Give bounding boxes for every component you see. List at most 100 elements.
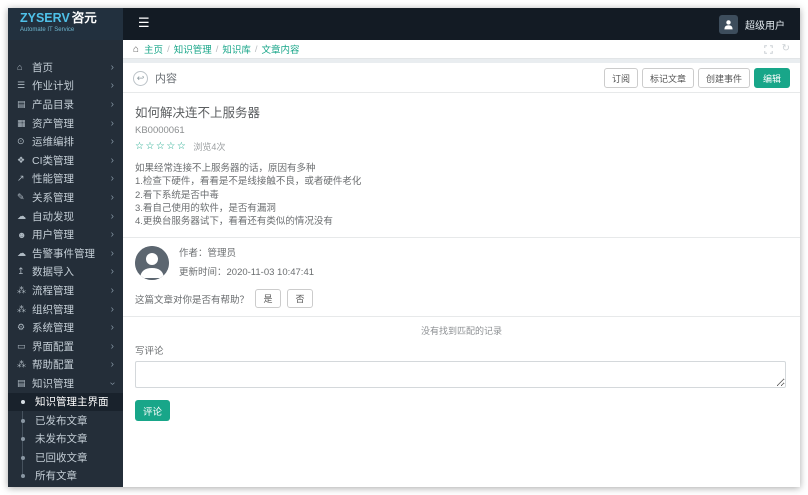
breadcrumb-tools: ↻ (763, 44, 790, 54)
author-avatar-icon (135, 246, 169, 281)
submenu-item[interactable]: 已发布文章 (8, 411, 123, 430)
chevron-right-icon: › (110, 61, 114, 73)
sidebar-item[interactable]: ☰ 作业计划 › (8, 77, 123, 96)
comments-empty-message: 没有找到匹配的记录 (123, 316, 800, 340)
username-label[interactable]: 超级用户 (745, 17, 785, 32)
sidebar-item[interactable]: ☁ 自动发现 › (8, 207, 123, 226)
chevron-right-icon: › (110, 98, 114, 110)
sidebar-item[interactable]: ⁂ 帮助配置 › (8, 356, 123, 375)
author-name: 作者：管理员 (179, 248, 237, 260)
submenu-item-label: 未发布文章 (35, 433, 88, 446)
sidebar-item-label: 知识管理 (32, 377, 74, 390)
sidebar-item-label: 组织管理 (32, 303, 74, 316)
comment-submit-button[interactable]: 评论 (135, 400, 171, 422)
panel-actions: 订阅 标记文章 创建事件 编辑 (603, 68, 790, 88)
chevron-right-icon: › (110, 80, 114, 92)
chevron-right-icon: › (110, 322, 114, 334)
card-filler (123, 421, 800, 487)
submenu-item-label: 已回收文章 (35, 451, 88, 464)
breadcrumb-segment: / 主页 (144, 42, 163, 56)
breadcrumb-link[interactable]: 主页 (144, 42, 163, 56)
back-icon[interactable]: ↩ (133, 70, 148, 86)
helpful-no-button[interactable]: 否 (287, 289, 314, 309)
org-icon: ⁂ (17, 303, 26, 314)
article-rating-row: ☆☆☆☆☆ 浏览4次 (135, 140, 788, 153)
submenu-item-label: 所有文章 (35, 470, 77, 483)
subscribe-button[interactable]: 订阅 (603, 68, 638, 88)
sidebar-item[interactable]: ⊙ 运维编排 › (8, 132, 123, 151)
breadcrumb-separator: / (215, 43, 219, 55)
top-navbar: ZYSERV 咨元 Automate IT Service ☰ 超级用户 (8, 8, 800, 40)
chevron-right-icon: › (110, 210, 114, 222)
home-icon[interactable]: ⌂ (133, 44, 139, 55)
edit-button[interactable]: 编辑 (753, 68, 790, 88)
sidebar-item[interactable]: ⚙ 系统管理 › (8, 318, 123, 337)
submenu-item-label: 已发布文章 (35, 414, 88, 427)
relation-icon: ✎ (17, 191, 25, 202)
sidebar-item-label: 关系管理 (32, 191, 74, 204)
sidebar-item[interactable]: ☻ 用户管理 › (8, 225, 123, 244)
sidebar-item-label: 运维编排 (32, 136, 74, 149)
chevron-right-icon: › (110, 303, 114, 315)
submenu-item[interactable]: 未发布文章 (8, 430, 123, 449)
updated-time: 更新时间：2020-11-03 10:47:41 (179, 266, 315, 278)
sidebar-item[interactable]: ↗ 性能管理 › (8, 170, 123, 189)
sidebar-item[interactable]: ▦ 资产管理 › (8, 114, 123, 133)
fullscreen-icon[interactable] (763, 44, 773, 54)
sidebar-item[interactable]: ❖ CI类管理 › (8, 151, 123, 170)
comment-input[interactable] (135, 361, 786, 389)
breadcrumb-link[interactable]: 知识库 (222, 42, 251, 56)
sidebar-item[interactable]: ⁂ 流程管理 › (8, 281, 123, 300)
topbar-user-area[interactable]: 超级用户 (719, 8, 800, 40)
discovery-icon: ☁ (17, 210, 26, 221)
knowledge-submenu: 知识管理主界面 已发布文章 未发布文章 已回收文章 所有文章 (8, 392, 123, 486)
chevron-right-icon: › (110, 247, 114, 259)
helpful-row: 这篇文章对你是否有帮助？ 是 否 (123, 282, 800, 316)
chevron-right-icon: › (110, 284, 114, 296)
breadcrumb-separator: / (167, 43, 170, 55)
chevron-right-icon: › (110, 191, 114, 203)
breadcrumb-separator: / (254, 43, 258, 55)
help-icon: ⁂ (17, 359, 26, 370)
brand-logo: ZYSERV 咨元 Automate IT Service (8, 8, 123, 40)
submenu-item[interactable]: 所有文章 (8, 467, 123, 486)
submenu-item[interactable]: 知识管理主界面 (8, 392, 123, 412)
sidebar-item-label: 流程管理 (32, 284, 74, 297)
sidebar-item[interactable]: ▭ 界面配置 › (8, 337, 123, 356)
breadcrumb-link[interactable]: 知识管理 (174, 42, 212, 56)
sidebar-toggle-icon[interactable]: ☰ (123, 8, 150, 40)
article-body-line: 3.看自己使用的软件，是否有漏洞 (135, 202, 276, 214)
breadcrumb-link[interactable]: 文章内容 (262, 42, 300, 56)
import-icon: ↥ (17, 266, 25, 277)
brand-tagline: Automate IT Service (20, 26, 75, 33)
sidebar-item-label: 系统管理 (32, 322, 74, 335)
sidebar-item-label: 用户管理 (32, 229, 74, 242)
sidebar-item[interactable]: ⌂ 首页 › (8, 58, 123, 77)
sidebar-item[interactable]: ▤ 知识管理 › (8, 374, 123, 393)
mark-article-button[interactable]: 标记文章 (641, 68, 694, 88)
sidebar-item-label: 界面配置 (32, 340, 74, 353)
star-rating[interactable]: ☆☆☆☆☆ (135, 141, 187, 152)
user-avatar-icon[interactable] (719, 14, 738, 34)
sidebar-item[interactable]: ☁ 告警事件管理 › (8, 244, 123, 263)
tasks-icon: ☰ (17, 80, 26, 91)
chevron-right-icon: › (110, 117, 114, 129)
article-body-line: 如果经常连接不上服务器的话，原因有多种 (135, 163, 316, 174)
sidebar-item-label: 作业计划 (32, 80, 74, 93)
system-icon: ⚙ (17, 322, 26, 333)
sidebar-item-label: 帮助配置 (32, 359, 74, 372)
author-meta: 作者：管理员 更新时间：2020-11-03 10:47:41 (179, 249, 314, 277)
sidebar-item[interactable]: ✎ 关系管理 › (8, 188, 123, 207)
create-event-button[interactable]: 创建事件 (697, 68, 750, 88)
refresh-icon[interactable]: ↻ (782, 44, 790, 54)
helpful-yes-button[interactable]: 是 (255, 289, 282, 309)
submenu-item[interactable]: 已回收文章 (8, 448, 123, 467)
chevron-right-icon: › (110, 173, 114, 185)
brand-name-cn: 咨元 (71, 11, 97, 25)
sidebar-item[interactable]: ↥ 数据导入 › (8, 263, 123, 282)
main-area: ⌂ / 主页 / 知识管理 (123, 40, 800, 487)
sidebar-item[interactable]: ▤ 产品目录 › (8, 95, 123, 114)
chevron-right-icon: › (110, 266, 114, 278)
sidebar-item[interactable]: ⁂ 组织管理 › (8, 300, 123, 319)
brand-name-en: ZYSERV (20, 11, 70, 25)
